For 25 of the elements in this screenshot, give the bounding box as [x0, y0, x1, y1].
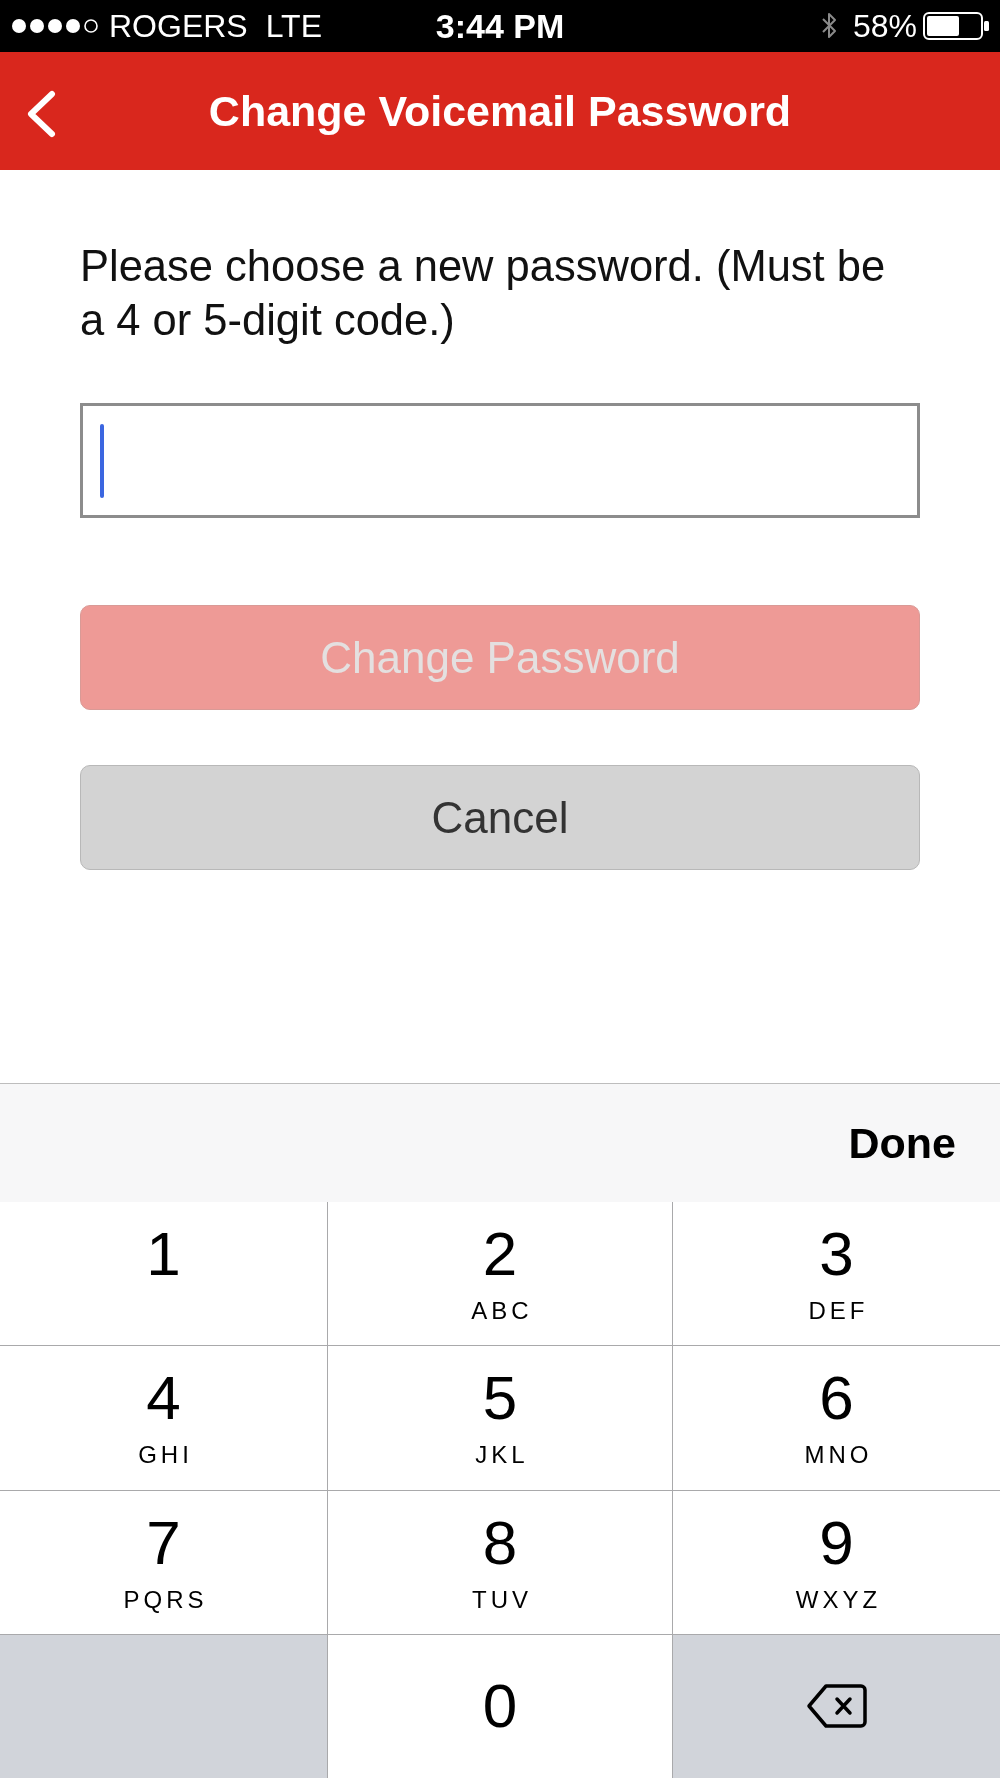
keypad-key[interactable]: 9 WXYZ: [673, 1490, 1000, 1634]
done-button[interactable]: Done: [848, 1118, 956, 1168]
battery-icon: [923, 12, 989, 40]
keypad-key[interactable]: 7 PQRS: [0, 1490, 327, 1634]
battery-percentage: 58%: [852, 7, 917, 45]
keypad-key[interactable]: 0: [328, 1634, 672, 1778]
keypad-key[interactable]: 5 JKL: [328, 1346, 672, 1490]
keypad-key[interactable]: 3 DEF: [673, 1202, 1000, 1346]
screen-title: Change Voicemail Password: [208, 86, 792, 136]
back-button[interactable]: [25, 90, 57, 138]
clock-time: 3:44 PM: [435, 6, 565, 46]
keypad-key[interactable]: 2 ABC: [328, 1202, 672, 1346]
keypad-key[interactable]: 8 TUV: [328, 1490, 672, 1634]
keypad-key[interactable]: 4 GHI: [0, 1346, 327, 1490]
network-type: LTE: [265, 7, 322, 45]
signal-strength-icon: [11, 18, 99, 34]
keypad-key[interactable]: 6 MNO: [673, 1346, 1000, 1490]
backspace-icon: [805, 1683, 868, 1730]
bluetooth-icon: [820, 11, 837, 41]
carrier-name: ROGERS: [109, 7, 248, 45]
password-field[interactable]: [80, 403, 920, 518]
keypad-key[interactable]: 1: [0, 1202, 327, 1346]
chevron-left-icon: [25, 90, 57, 138]
instruction-text: Please choose a new password. (Must be a 4 or 5-digit code.): [80, 241, 887, 346]
cancel-button[interactable]: Cancel: [80, 765, 920, 870]
